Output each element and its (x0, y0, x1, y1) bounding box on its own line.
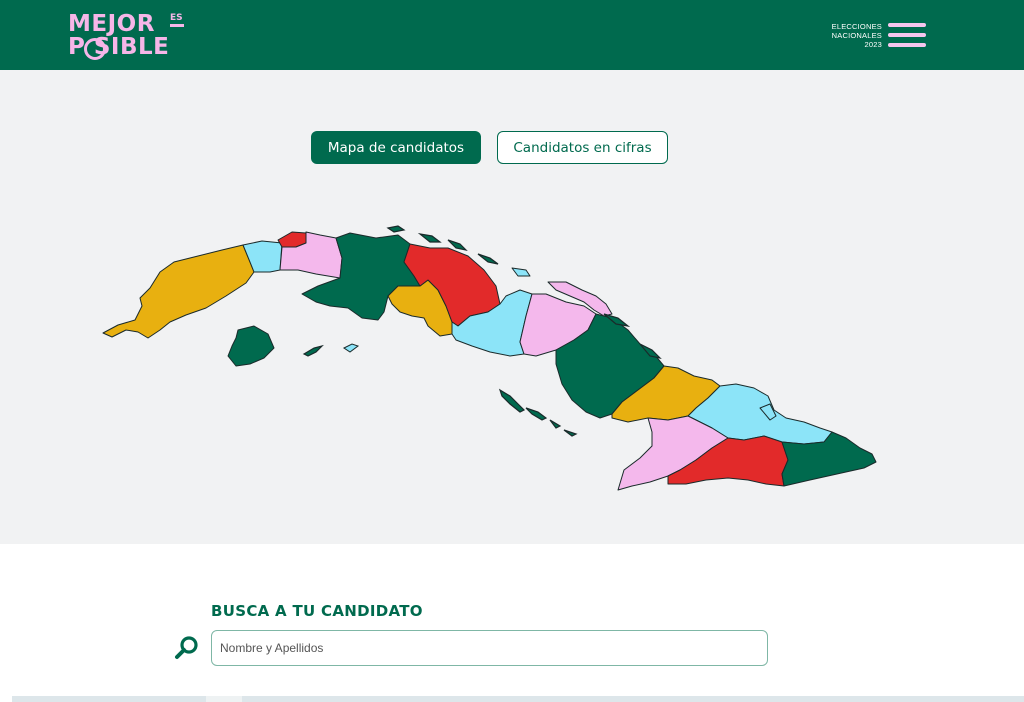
province-isla-de-la-juventud[interactable] (227, 325, 275, 367)
search-input[interactable] (211, 630, 768, 666)
tab-candidatos-en-cifras[interactable]: Candidatos en cifras (497, 131, 668, 164)
search-section-title: BUSCA A TU CANDIDATO (211, 602, 423, 620)
cuba-provinces-map (102, 225, 877, 491)
bottom-strip (12, 696, 1024, 702)
search-icon[interactable] (174, 635, 200, 661)
province-pinar-del-rio[interactable] (102, 244, 255, 339)
tab-mapa-de-candidatos[interactable]: Mapa de candidatos (311, 131, 481, 164)
